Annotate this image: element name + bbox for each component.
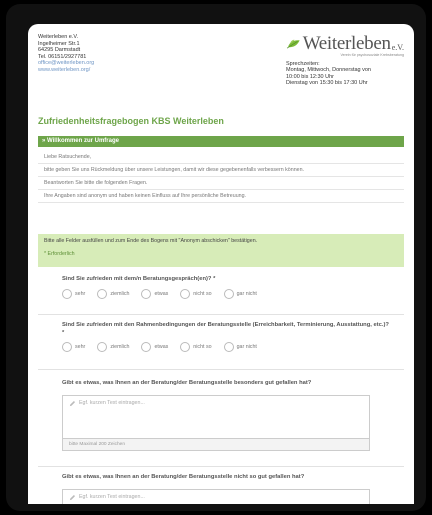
question-satisfaction-counseling: Sind Sie zufrieden mit dem/n Beratungsge… — [62, 276, 392, 299]
device-frame: Weiterleben e.V. Ingelheimer Str.1 64295… — [6, 4, 426, 511]
intro-line: Beantworten Sie bitte die folgenden Frag… — [38, 177, 404, 190]
question-liked: Gibt es etwas, was Ihnen an der Beratung… — [62, 380, 392, 451]
question-disliked: Gibt es etwas, was Ihnen an der Beratung… — [62, 474, 392, 504]
section-header: » Willkommen zur Umfrage — [38, 136, 404, 147]
required-note: * Erforderlich — [44, 251, 75, 257]
office-hours: Sprechzeiten: Montag, Mittwoch, Donnerst… — [286, 61, 404, 87]
survey-page: Weiterleben e.V. Ingelheimer Str.1 64295… — [28, 24, 414, 504]
option-label: ziemlich — [110, 344, 130, 350]
org-website-link[interactable]: www.weiterleben.org/ — [38, 67, 94, 74]
question-satisfaction-conditions: Sind Sie zufrieden mit den Rahmenbedingu… — [62, 322, 392, 352]
logo-suffix: e.V. — [391, 42, 404, 52]
form-title: Zufriedenheitsfragebogen KBS Weiterleben — [38, 116, 224, 126]
org-email-link[interactable]: office@weiterleben.org — [38, 60, 94, 67]
hours-line: Dienstag von 15:30 bis 17:30 Uhr — [286, 80, 368, 87]
logo: Weiterleben e.V. — [286, 33, 404, 55]
org-address: Weiterleben e.V. Ingelheimer Str.1 64295… — [38, 34, 94, 74]
radio-option-ziemlich[interactable]: ziemlich — [97, 288, 130, 299]
page-header: Weiterleben e.V. Ingelheimer Str.1 64295… — [28, 24, 414, 102]
radio-option-nicht-so[interactable]: nicht so — [180, 342, 212, 352]
org-phone: Tel. 06151/2927781 — [38, 53, 87, 60]
notice-box: Bitte alle Felder ausfüllen und zum Ende… — [38, 234, 404, 267]
character-limit-note: bitte Maximal 200 Zeichen — [62, 438, 370, 451]
org-city: 64295 Darmstadt — [38, 47, 81, 54]
option-label: sehr — [75, 290, 86, 297]
option-label: nicht so — [193, 344, 212, 350]
question-text: Sind Sie zufrieden mit den Rahmenbedingu… — [62, 322, 389, 336]
option-label: etwas — [154, 290, 169, 297]
radio-button[interactable] — [180, 342, 191, 352]
radio-button[interactable] — [97, 288, 108, 299]
intro-line: Ihre Angaben sind anonym und haben keine… — [38, 190, 404, 203]
radio-option-etwas[interactable]: etwas — [141, 342, 168, 352]
radio-option-ziemlich[interactable]: ziemlich — [97, 342, 129, 352]
option-label: sehr — [75, 344, 86, 350]
radio-button[interactable] — [223, 342, 234, 352]
intro-line: bitte geben Sie uns Rückmeldung über uns… — [38, 164, 404, 177]
radio-button[interactable] — [97, 342, 108, 352]
option-label: nicht so — [193, 290, 212, 297]
radio-option-gar-nicht[interactable]: gar nicht — [223, 342, 257, 352]
radio-button[interactable] — [62, 342, 72, 352]
disliked-textarea[interactable]: Egf. kurzen Text eintragen... — [62, 488, 370, 504]
intro-line: Liebe Ratsuchende, — [38, 151, 404, 164]
divider — [38, 466, 404, 467]
question-text: Gibt es etwas, was Ihnen an der Beratung… — [62, 474, 305, 480]
radio-button[interactable] — [223, 288, 234, 299]
pencil-icon — [69, 400, 76, 406]
textarea-placeholder: Egf. kurzen Text eintragen... — [79, 399, 145, 406]
radio-button[interactable] — [141, 342, 152, 352]
radio-button[interactable] — [62, 288, 72, 299]
radio-option-nicht-so[interactable]: nicht so — [180, 288, 212, 299]
leaf-logo-icon — [286, 39, 300, 49]
radio-group: sehr ziemlich etwas nicht so gar nicht — [62, 288, 392, 299]
intro-text: Liebe Ratsuchende, bitte geben Sie uns R… — [38, 151, 404, 203]
pencil-icon — [69, 494, 76, 500]
radio-option-gar-nicht[interactable]: gar nicht — [223, 288, 257, 299]
radio-option-etwas[interactable]: etwas — [141, 288, 169, 299]
brand-block: Weiterleben e.V. Verein für psychosozial… — [286, 33, 404, 87]
divider — [38, 369, 404, 370]
org-name: Weiterleben e.V. — [38, 34, 79, 40]
textarea-placeholder: Egf. kurzen Text eintragen... — [79, 493, 145, 500]
question-text: Sind Sie zufrieden mit dem/n Beratungsge… — [62, 276, 216, 282]
radio-group: sehr ziemlich etwas nicht so gar nicht — [62, 342, 392, 352]
org-street: Ingelheimer Str.1 — [38, 40, 80, 47]
option-label: etwas — [154, 344, 169, 350]
notice-text: Bitte alle Felder ausfüllen und zum Ende… — [44, 238, 258, 244]
radio-option-sehr[interactable]: sehr — [62, 342, 85, 352]
logo-text: Weiterleben — [302, 33, 391, 54]
radio-button[interactable] — [180, 288, 191, 299]
radio-option-sehr[interactable]: sehr — [62, 288, 86, 299]
option-label: ziemlich — [110, 290, 130, 297]
option-label: gar nicht — [236, 290, 257, 297]
liked-textarea[interactable]: Egf. kurzen Text eintragen... — [62, 394, 370, 439]
question-text: Gibt es etwas, was Ihnen an der Beratung… — [62, 380, 312, 386]
radio-button[interactable] — [141, 288, 152, 299]
divider — [38, 314, 404, 315]
option-label: gar nicht — [236, 344, 257, 350]
